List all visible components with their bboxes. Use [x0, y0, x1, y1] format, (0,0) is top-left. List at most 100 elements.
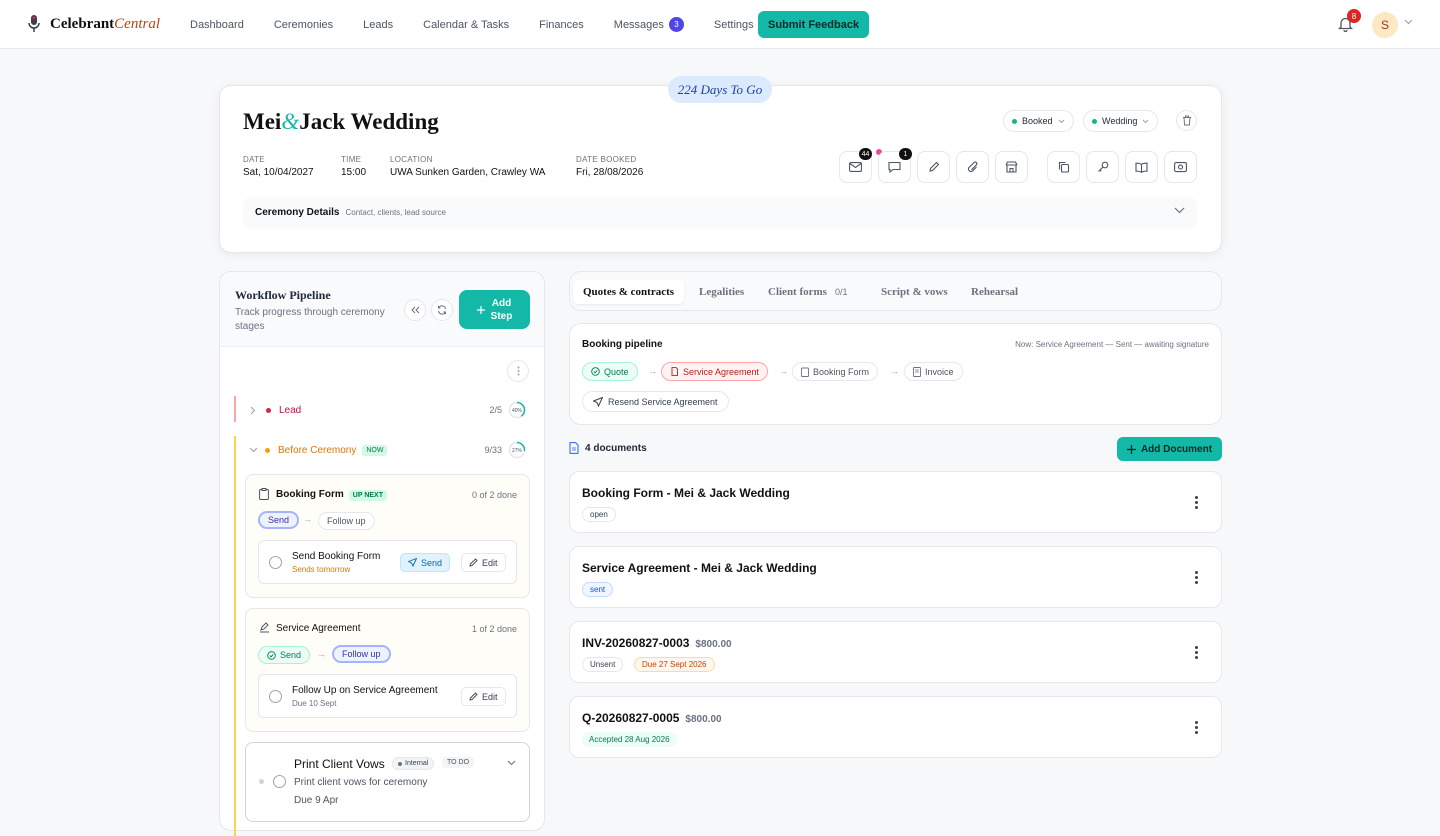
document-amount: $800.00 — [695, 639, 732, 650]
type-select[interactable]: Wedding — [1083, 110, 1159, 132]
task-checkbox[interactable] — [269, 556, 282, 569]
document-title: Booking Form - Mei & Jack Wedding — [582, 486, 790, 500]
app-logo[interactable]: CelebrantCentral — [26, 14, 160, 34]
pipeline-step-invoice[interactable]: Invoice — [904, 362, 963, 381]
tab-script-vows[interactable]: Script & vows — [881, 286, 948, 298]
chevron-down-icon — [1174, 207, 1185, 214]
attachment-button[interactable] — [956, 151, 989, 183]
document-row[interactable]: Booking Form - Mei & Jack Wedding open — [569, 471, 1222, 533]
copy-button[interactable] — [1047, 151, 1080, 183]
email-badge: 44 — [859, 148, 872, 160]
plus-icon — [476, 305, 485, 314]
task-edit-button[interactable]: Edit — [461, 687, 506, 706]
pipeline-status: Now: Service Agreement — Sent — awaiting… — [1015, 340, 1209, 349]
chip-follow-up[interactable]: Follow up — [332, 645, 391, 663]
resend-service-agreement-button[interactable]: Resend Service Agreement — [582, 391, 729, 412]
book-button[interactable] — [1125, 151, 1158, 183]
chevron-down-icon[interactable] — [1404, 19, 1413, 25]
chip-follow-up[interactable]: Follow up — [318, 512, 375, 530]
check-circle-icon — [267, 650, 276, 660]
delete-button[interactable] — [1176, 110, 1197, 131]
nav-settings[interactable]: Settings — [714, 19, 754, 31]
details-subtitle: Contact, clients, lead source — [345, 208, 446, 217]
pipeline-step-quote[interactable]: Quote — [582, 362, 638, 381]
tab-client-forms[interactable]: Client forms 0/1 — [768, 286, 847, 298]
document-title: Service Agreement - Mei & Jack Wedding — [582, 561, 817, 575]
tab-rehearsal[interactable]: Rehearsal — [971, 286, 1018, 298]
submit-feedback-button[interactable]: Submit Feedback — [758, 11, 870, 38]
paperclip-icon — [967, 161, 977, 172]
stage-name: Before Ceremony — [278, 444, 357, 456]
pencil-icon — [469, 692, 478, 701]
task-edit-button[interactable]: Edit — [461, 553, 506, 572]
add-step-button[interactable]: Add Step — [459, 290, 530, 329]
document-row[interactable]: Service Agreement - Mei & Jack Wedding s… — [569, 546, 1222, 608]
venue-button[interactable] — [995, 151, 1028, 183]
microphone-icon — [28, 15, 40, 32]
stage-name: Lead — [279, 404, 302, 416]
more-vertical-icon[interactable] — [1195, 496, 1199, 511]
pipeline-step-booking-form[interactable]: Booking Form — [792, 362, 879, 381]
task-subtitle: Sends tomorrow — [292, 565, 351, 574]
chevron-down-icon[interactable] — [507, 760, 516, 766]
task-title: Print Client Vows — [294, 757, 385, 771]
internal-badge: Internal — [392, 757, 435, 770]
pipeline-step-service-agreement[interactable]: Service Agreement — [661, 362, 769, 381]
document-status: Unsent — [582, 657, 624, 672]
edit-button[interactable] — [917, 151, 950, 183]
task-send-button[interactable]: Send — [400, 553, 451, 572]
messages-badge: 3 — [668, 17, 684, 32]
payment-button[interactable] — [1164, 151, 1197, 183]
arrow-separator: → — [648, 366, 657, 376]
pencil-icon — [469, 558, 478, 567]
copy-icon — [1058, 161, 1069, 173]
avatar[interactable]: S — [1372, 12, 1398, 38]
task-checkbox[interactable] — [273, 775, 286, 788]
booking-pipeline-card: Booking pipeline Now: Service Agreement … — [569, 323, 1222, 425]
document-title: INV-20260827-0003 $800.00 — [582, 636, 732, 650]
document-row[interactable]: Q-20260827-0005 $800.00 Accepted 28 Aug 2… — [569, 696, 1222, 758]
nav-finances[interactable]: Finances — [539, 19, 584, 31]
tab-quotes-contracts[interactable]: Quotes & contracts — [573, 280, 685, 304]
cash-icon — [1174, 161, 1187, 172]
more-vertical-icon[interactable] — [1195, 721, 1199, 736]
more-vertical-icon[interactable] — [1195, 646, 1199, 661]
workflow-subtitle: Track progress through ceremony stages — [235, 307, 385, 332]
arrow-separator: → — [317, 649, 326, 659]
app-name: CelebrantCentral — [50, 15, 160, 32]
chat-icon — [888, 161, 901, 173]
more-vertical-icon[interactable] — [1195, 571, 1199, 586]
details-title: Ceremony Details — [255, 207, 340, 218]
arrow-separator: → — [779, 366, 788, 376]
stage-lead[interactable]: Lead 2/5 40% — [235, 400, 530, 420]
progress-ring: 27% — [508, 441, 526, 459]
refresh-button[interactable] — [431, 299, 453, 321]
status-select[interactable]: Booked — [1003, 110, 1074, 132]
ceremony-details-toggle[interactable]: Ceremony Details Contact, clients, lead s… — [243, 197, 1197, 228]
task-checkbox[interactable] — [269, 690, 282, 703]
tab-legalities[interactable]: Legalities — [699, 286, 744, 298]
task-due: Due 9 Apr — [294, 795, 339, 806]
collapse-button[interactable] — [404, 299, 426, 321]
nav-leads[interactable]: Leads — [363, 19, 393, 31]
stage-before-ceremony[interactable]: Before Ceremony NOW 9/33 27% — [235, 440, 530, 460]
add-document-button[interactable]: Add Document — [1117, 437, 1222, 461]
chip-send[interactable]: Send — [258, 511, 300, 529]
document-row[interactable]: INV-20260827-0003 $800.00 Unsent Due 27 S… — [569, 621, 1222, 683]
nav-dashboard[interactable]: Dashboard — [190, 19, 244, 31]
chip-send[interactable]: Send — [258, 646, 311, 664]
more-options-button[interactable] — [507, 360, 529, 382]
step-print-client-vows: Print Client Vows Internal TO DO Print c… — [245, 742, 530, 822]
nav-ceremonies[interactable]: Ceremonies — [274, 19, 333, 31]
key-button[interactable] — [1086, 151, 1119, 183]
nav-calendar-tasks[interactable]: Calendar & Tasks — [423, 19, 509, 31]
page-title: Mei&Jack Wedding — [243, 109, 439, 134]
arrow-separator: → — [890, 366, 899, 376]
task-title: Send Booking Form — [292, 551, 381, 562]
nav-messages[interactable]: Messages 3 — [614, 17, 684, 32]
meta-location: LOCATION UWA Sunken Garden, Crawley WA — [390, 155, 546, 178]
step-title: Service Agreement — [276, 623, 361, 634]
store-icon — [1005, 161, 1018, 173]
document-due: Due 27 Sept 2026 — [634, 657, 715, 672]
stage-count: 2/5 — [489, 405, 502, 415]
